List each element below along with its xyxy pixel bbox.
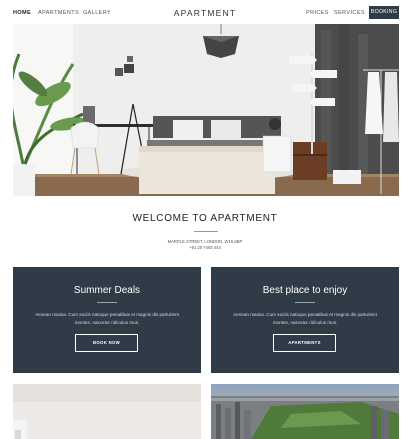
phone-text: +91 20 7493 444 — [189, 245, 221, 250]
card-text: Aenean massa. Cum sociis natoque penatib… — [233, 312, 377, 325]
hero-image — [13, 24, 399, 196]
apartments-button[interactable]: APARTMENTS — [273, 334, 336, 352]
interior-illustration — [13, 384, 201, 439]
card-divider — [295, 302, 315, 303]
best-place-card: Best place to enjoy Aenean massa. Cum so… — [211, 267, 399, 373]
bedroom-illustration — [13, 24, 399, 196]
address-text: MARPLE STREET, LONDON, W15 6BP — [167, 239, 243, 244]
card-title: Best place to enjoy — [262, 285, 348, 296]
welcome-title: WELCOME TO APARTMENT — [132, 213, 278, 224]
nav-prices-link[interactable]: PRICES — [306, 10, 329, 16]
top-nav: HOME APARTMENTS GALLERY APARTMENT PRICES… — [0, 0, 410, 24]
city-aerial-illustration — [211, 384, 399, 439]
summer-deals-card: Summer Deals Aenean massa. Cum sociis na… — [13, 267, 201, 373]
card-title: Summer Deals — [73, 285, 141, 296]
booking-button[interactable]: BOOKING — [369, 6, 399, 19]
interior-photo — [13, 384, 201, 439]
card-text: Aenean massa. Cum sociis natoque penatib… — [35, 312, 179, 325]
welcome-divider — [194, 231, 218, 232]
book-now-button[interactable]: BOOK NOW — [75, 334, 138, 352]
card-divider — [97, 302, 117, 303]
nav-services-link[interactable]: SERVICES — [334, 10, 365, 16]
city-park-photo — [211, 384, 399, 439]
